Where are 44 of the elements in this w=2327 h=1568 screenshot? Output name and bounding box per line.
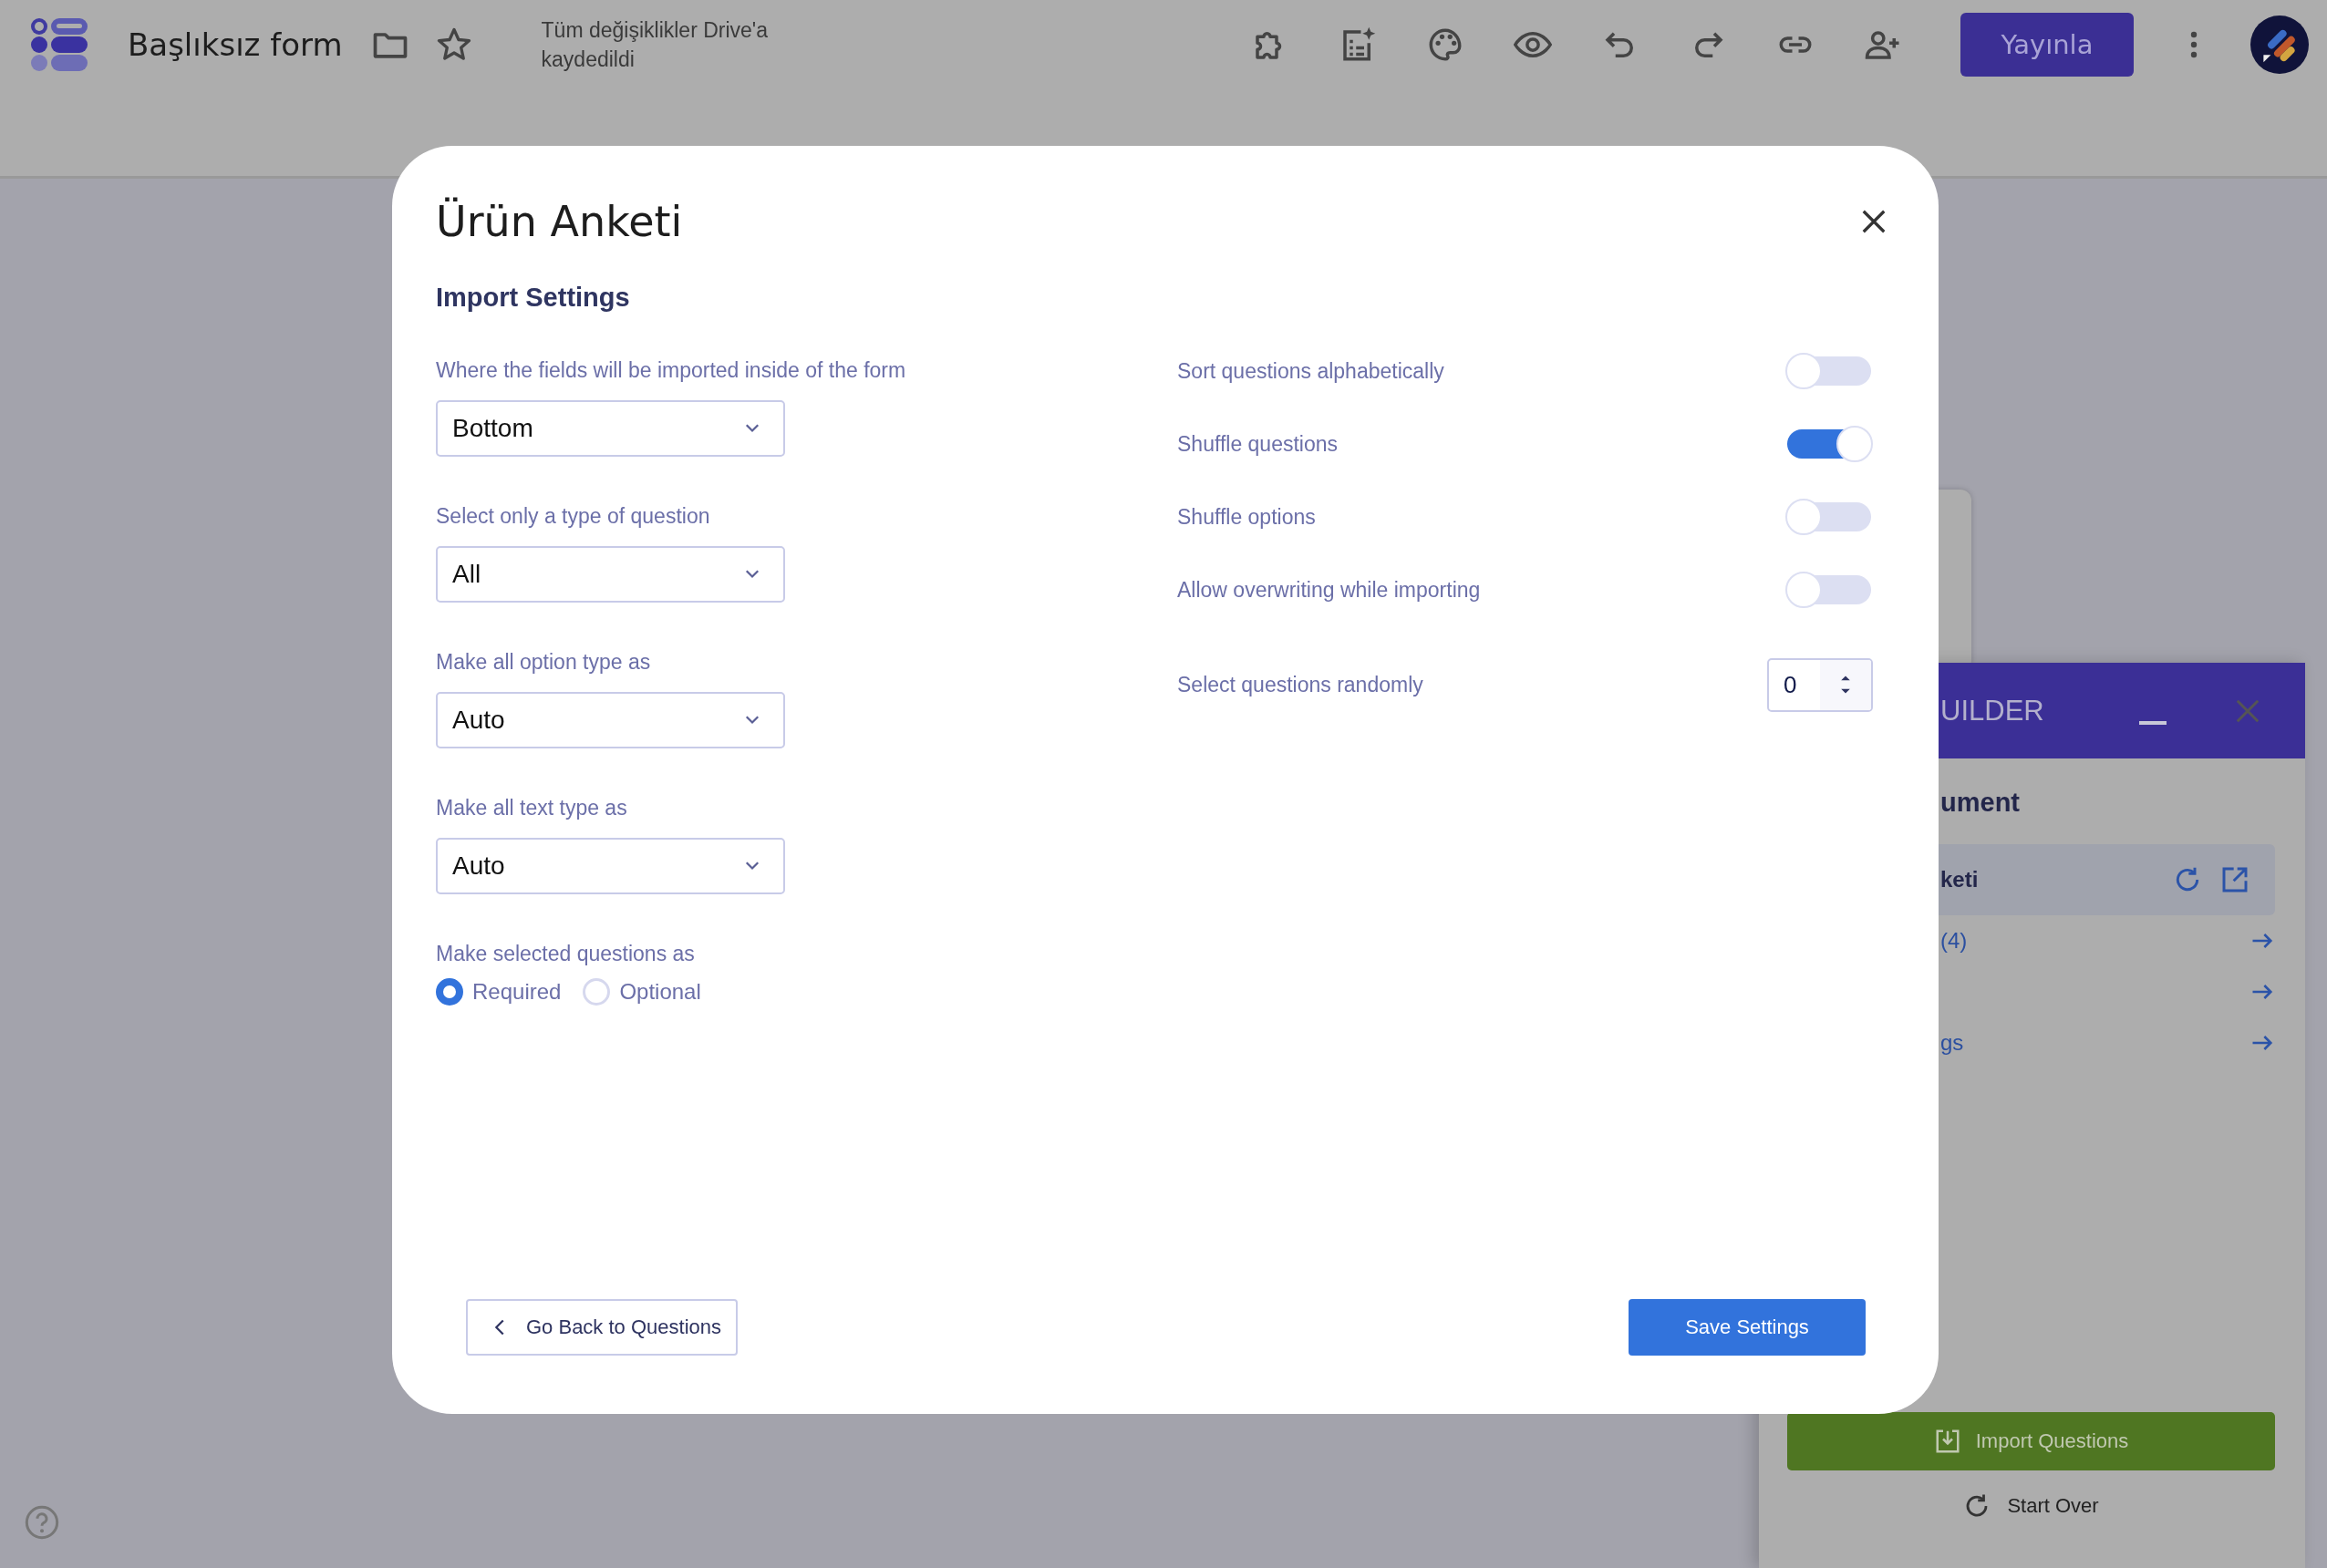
dropdown[interactable]: Auto [436, 692, 785, 748]
field-label: Make selected questions as [436, 941, 695, 967]
save-settings-button[interactable]: Save Settings [1629, 1299, 1866, 1356]
dropdown[interactable]: Bottom [436, 400, 785, 457]
field-label: Where the fields will be imported inside of the form [436, 357, 906, 384]
chevron-down-icon [745, 570, 760, 579]
chevron-down-icon [745, 716, 760, 725]
external-link-icon[interactable] [2220, 865, 2249, 894]
toggle-switch[interactable] [1785, 352, 1873, 390]
chevron-left-icon [495, 1319, 504, 1336]
toggle-switch[interactable] [1785, 498, 1873, 536]
panel-heading: ument [1940, 788, 2021, 819]
setting-label: Select questions randomly [1177, 672, 1423, 697]
setting-label: Sort questions alphabetically [1177, 358, 1444, 384]
form-title[interactable]: Başlıksız form [128, 26, 343, 63]
app-logo-icon [29, 16, 89, 73]
field-label: Select only a type of question [436, 503, 710, 530]
radio-option[interactable]: Required [436, 978, 562, 1006]
close-icon[interactable] [1860, 208, 1887, 235]
more-icon[interactable] [2190, 31, 2198, 58]
panel-title: UILDER [1940, 694, 2045, 727]
dialog-title: Ürün Anketi [436, 197, 683, 246]
setting-label: Shuffle options [1177, 504, 1316, 530]
minimize-icon[interactable] [2139, 720, 2167, 725]
document-name: keti [1940, 867, 1980, 892]
publish-button[interactable]: Yayınla [1960, 13, 2134, 77]
setting-label: Allow overwriting while importing [1177, 577, 1481, 603]
chevron-down-icon [745, 861, 760, 871]
toggle-switch[interactable] [1785, 571, 1873, 609]
field-label: Make all option type as [436, 649, 651, 676]
radio-button[interactable] [436, 978, 463, 1006]
avatar-icon[interactable] [2250, 15, 2309, 74]
dropdown[interactable]: All [436, 546, 785, 603]
go-back-button[interactable]: Go Back to Questions [466, 1299, 738, 1356]
setting-label: Shuffle questions [1177, 431, 1339, 457]
radio-option[interactable]: Optional [583, 978, 701, 1006]
start-over-button[interactable]: Start Over [1958, 1491, 2105, 1521]
chevron-down-icon [745, 424, 760, 433]
section-title: Import Settings [436, 283, 631, 313]
dropdown[interactable]: Auto [436, 838, 785, 894]
save-status: Tüm değişiklikler Drive'a kaydedildi [541, 17, 770, 73]
toggle-switch[interactable] [1785, 425, 1873, 463]
field-label: Make all text type as [436, 795, 627, 821]
number-input[interactable]: 0 [1767, 657, 1873, 712]
